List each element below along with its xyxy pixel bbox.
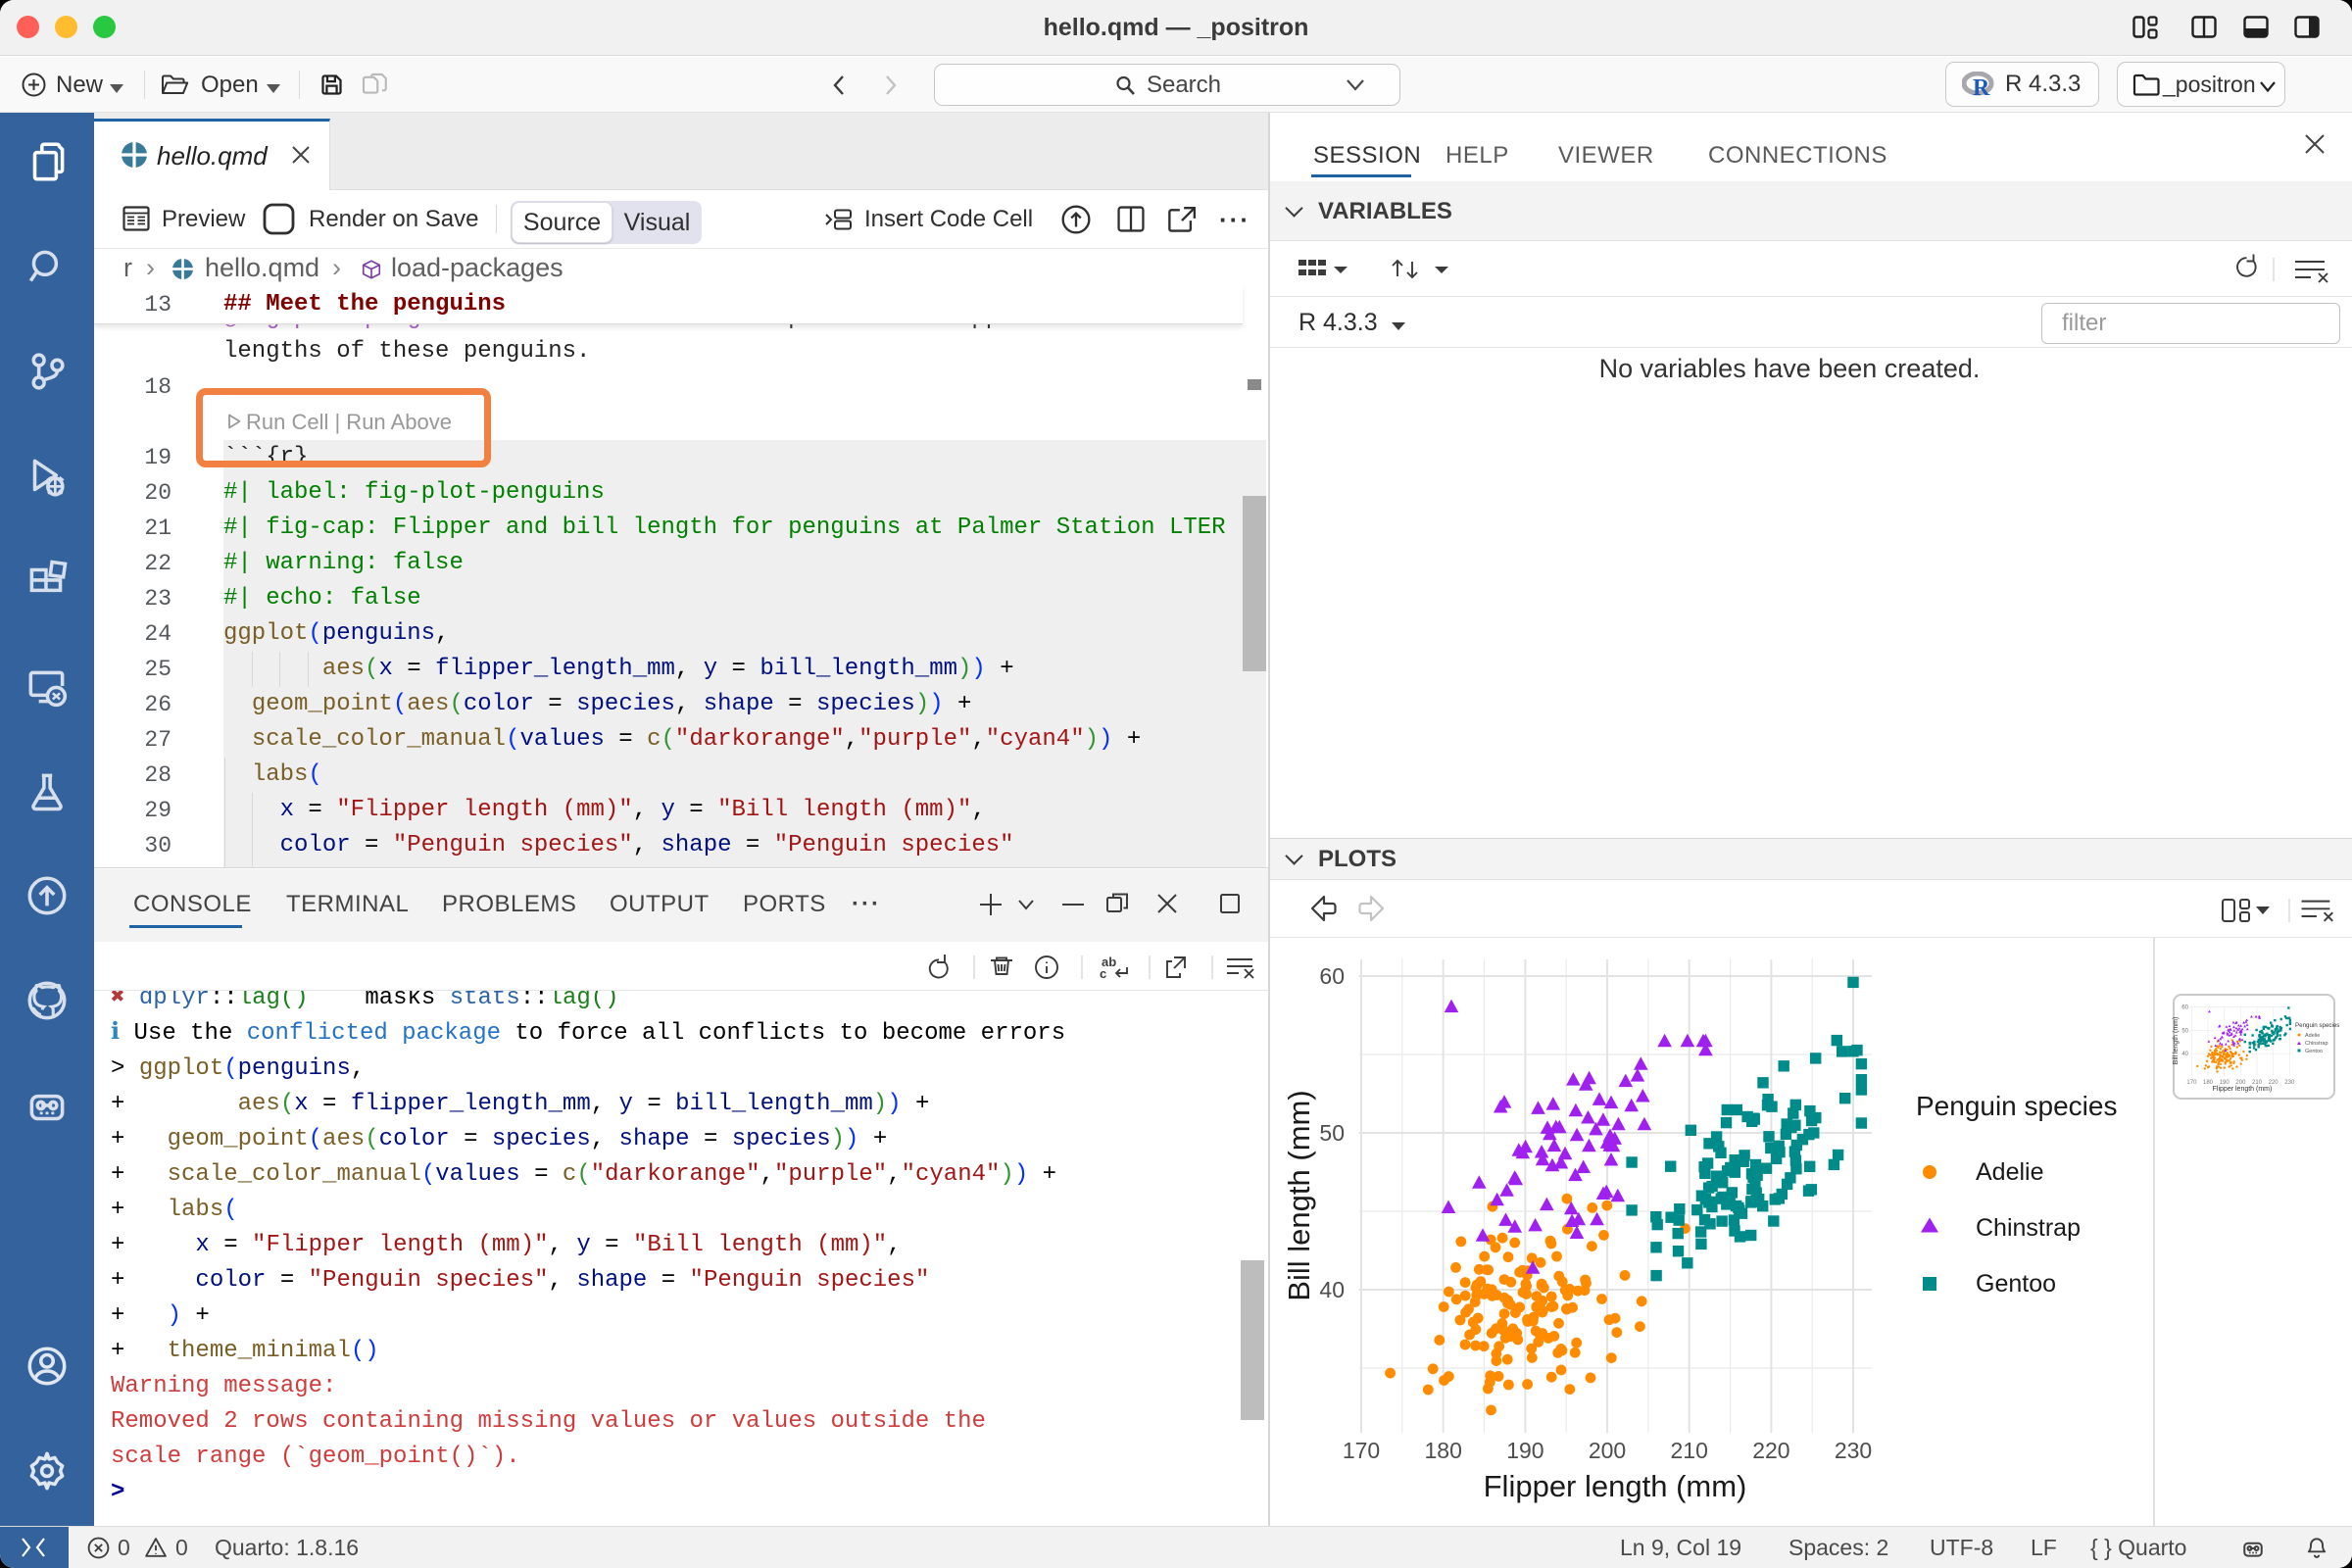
svg-text:Chinstrap: Chinstrap	[2305, 1041, 2328, 1047]
svg-text:170: 170	[1343, 1438, 1380, 1463]
svg-text:Flipper length (mm): Flipper length (mm)	[1484, 1469, 1747, 1503]
svg-text:R: R	[1973, 75, 1990, 98]
svg-text:40: 40	[2181, 1052, 2188, 1057]
svg-text:180: 180	[1425, 1438, 1462, 1463]
svg-text:Bill length (mm): Bill length (mm)	[1282, 1090, 1316, 1300]
svg-text:c: c	[1100, 966, 1106, 981]
svg-text:230: 230	[1835, 1438, 1872, 1463]
svg-text:50: 50	[1319, 1120, 1345, 1146]
svg-text:220: 220	[1752, 1438, 1789, 1463]
svg-text:Adelie: Adelie	[2305, 1033, 2320, 1039]
svg-text:Penguin species: Penguin species	[1916, 1091, 2117, 1121]
svg-text:Gentoo: Gentoo	[2305, 1049, 2323, 1054]
svg-text:60: 60	[1319, 963, 1345, 989]
svg-text:Adelie: Adelie	[1976, 1158, 2044, 1186]
svg-text:210: 210	[1671, 1438, 1708, 1463]
svg-text:170: 170	[2186, 1080, 2197, 1086]
svg-text:40: 40	[1319, 1277, 1345, 1302]
svg-text:Gentoo: Gentoo	[1976, 1270, 2056, 1298]
svg-text:60: 60	[2181, 1005, 2188, 1011]
svg-text:Penguin species: Penguin species	[2295, 1022, 2339, 1029]
svg-text:230: 230	[2284, 1080, 2295, 1086]
svg-text:190: 190	[1506, 1438, 1544, 1463]
svg-text:Flipper length (mm): Flipper length (mm)	[2213, 1086, 2273, 1093]
svg-text:Chinstrap: Chinstrap	[1976, 1214, 2081, 1242]
svg-text:200: 200	[1589, 1438, 1626, 1463]
svg-text:50: 50	[2181, 1028, 2188, 1034]
svg-text:Bill length (mm): Bill length (mm)	[2173, 1017, 2180, 1065]
